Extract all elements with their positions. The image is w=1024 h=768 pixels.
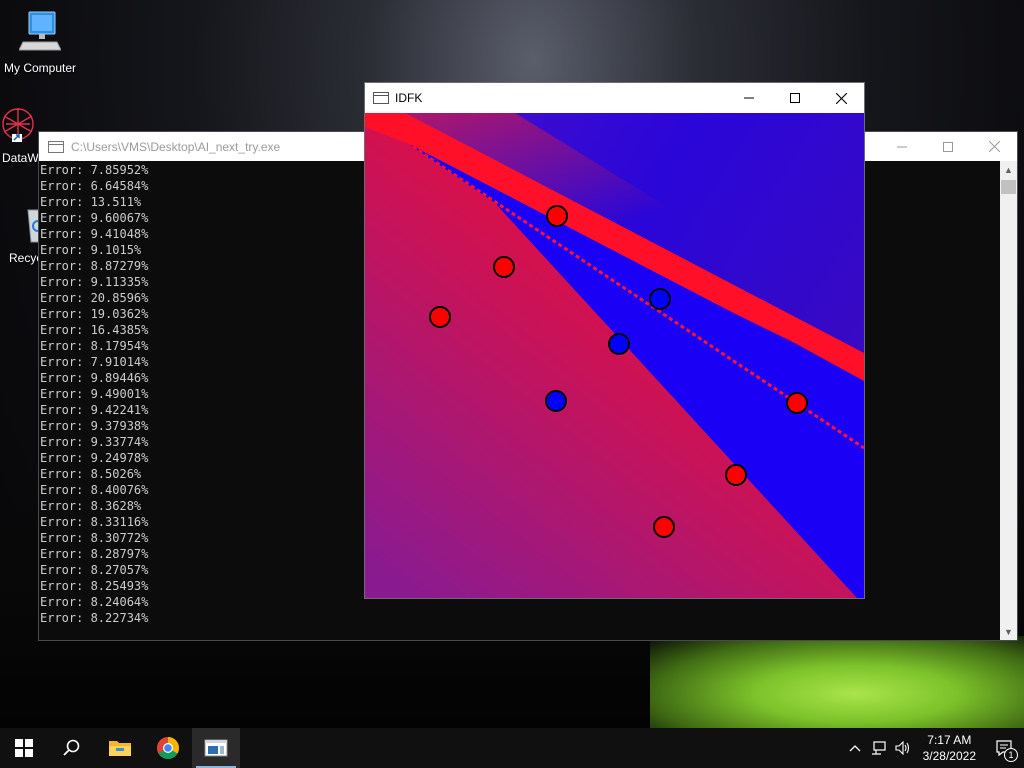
system-tray: 7:17 AM 3/28/2022 1 xyxy=(843,728,1024,768)
data-point-red xyxy=(493,256,515,278)
clock-date: 3/28/2022 xyxy=(922,749,976,763)
console-scrollbar[interactable]: ▲ ▼ xyxy=(1000,161,1017,640)
data-point-red xyxy=(653,516,675,538)
wallpaper-tent xyxy=(650,636,1024,732)
file-explorer-button[interactable] xyxy=(96,728,144,768)
desktop-icon-my-computer[interactable]: My Computer xyxy=(0,8,80,75)
network-button[interactable] xyxy=(867,741,891,755)
data-point-red xyxy=(429,306,451,328)
computer-icon xyxy=(0,8,80,57)
console-line: Error: 8.22734% xyxy=(40,611,149,625)
scroll-down-icon[interactable]: ▼ xyxy=(1000,623,1017,640)
taskbar: 7:17 AM 3/28/2022 1 xyxy=(0,728,1024,768)
close-button[interactable] xyxy=(818,83,864,113)
scroll-thumb[interactable] xyxy=(1001,180,1016,194)
maximize-button[interactable] xyxy=(925,132,971,161)
console-window-icon xyxy=(204,739,228,757)
data-point-red xyxy=(546,205,568,227)
close-icon xyxy=(835,92,847,104)
chevron-up-icon xyxy=(849,745,861,752)
network-icon xyxy=(871,741,886,755)
volume-button[interactable] xyxy=(891,741,915,755)
data-point-blue xyxy=(608,333,630,355)
maximize-icon xyxy=(790,93,800,103)
idfk-window[interactable]: IDFK xyxy=(364,82,865,599)
data-point-blue xyxy=(545,390,567,412)
close-button[interactable] xyxy=(971,132,1017,161)
desktop-icon-label: My Computer xyxy=(3,61,77,75)
close-icon xyxy=(988,141,1000,152)
maximize-icon xyxy=(943,141,953,152)
minimize-icon xyxy=(897,146,907,147)
data-point-blue xyxy=(649,288,671,310)
volume-icon xyxy=(895,741,909,755)
start-button[interactable] xyxy=(0,728,48,768)
windows-icon xyxy=(15,739,33,757)
console-title: C:\Users\VMS\Desktop\AI_next_try.exe xyxy=(71,139,281,154)
clock[interactable]: 7:17 AM 3/28/2022 xyxy=(915,732,984,764)
console-app-icon xyxy=(48,140,64,153)
data-point-red xyxy=(725,464,747,486)
chrome-icon xyxy=(157,737,179,759)
classification-canvas[interactable] xyxy=(365,113,864,598)
idfk-app-icon xyxy=(373,92,389,104)
data-point-red xyxy=(786,392,808,414)
action-center-button[interactable]: 1 xyxy=(984,728,1024,768)
show-hidden-icons-button[interactable] xyxy=(843,744,867,752)
minimize-button[interactable] xyxy=(726,83,772,113)
scroll-up-icon[interactable]: ▲ xyxy=(1000,161,1017,178)
maximize-button[interactable] xyxy=(772,83,818,113)
minimize-icon xyxy=(744,97,754,99)
idfk-title: IDFK xyxy=(395,91,423,105)
chrome-button[interactable] xyxy=(144,728,192,768)
idfk-titlebar[interactable]: IDFK xyxy=(365,83,864,113)
notification-count: 1 xyxy=(1004,748,1018,762)
minimize-button[interactable] xyxy=(879,132,925,161)
clock-time: 7:17 AM xyxy=(927,733,972,747)
console-app-button[interactable] xyxy=(192,728,240,768)
search-button[interactable] xyxy=(48,728,96,768)
folder-icon xyxy=(109,741,131,756)
search-icon xyxy=(63,739,80,756)
